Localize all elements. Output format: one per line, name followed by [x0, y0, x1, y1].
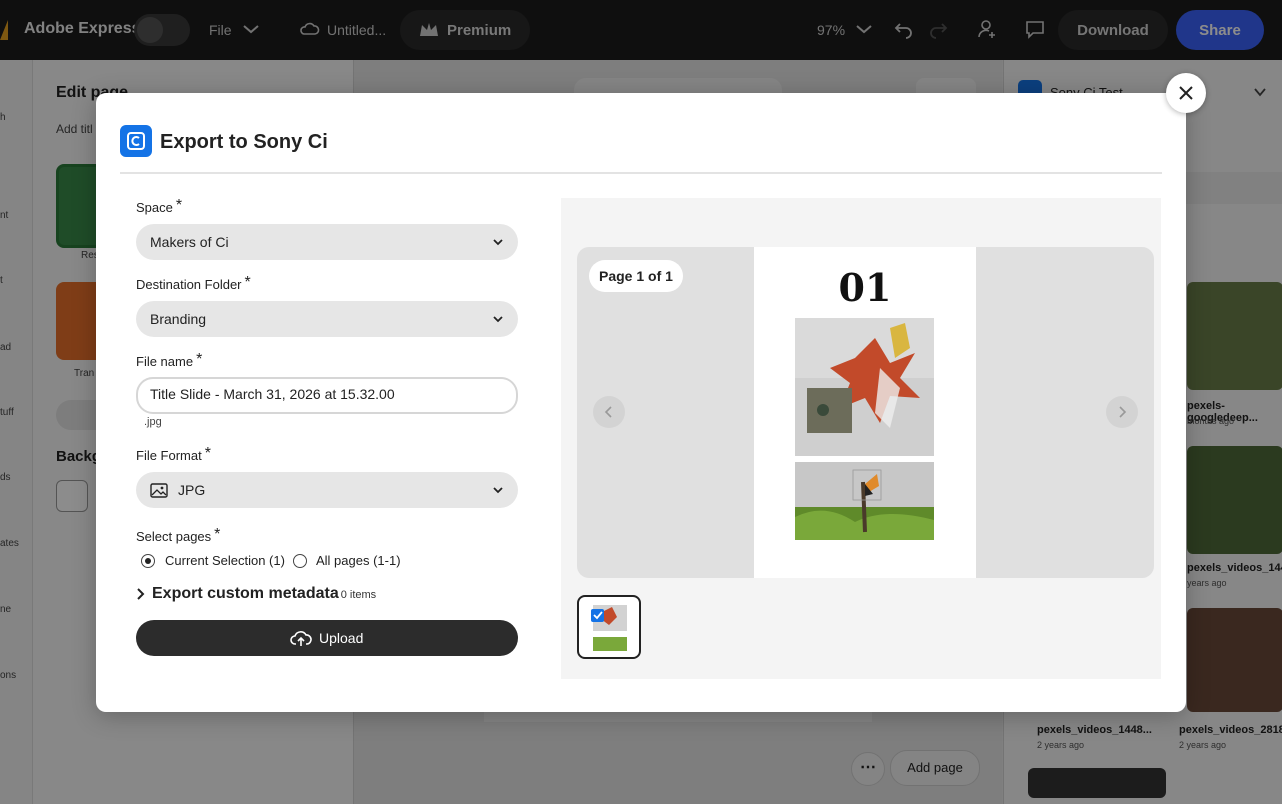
modal-title: Export to Sony Ci — [160, 131, 328, 153]
leaves-collage-image — [795, 318, 934, 456]
chevron-left-icon — [604, 406, 612, 418]
close-modal-button[interactable] — [1166, 73, 1206, 113]
file-name-field[interactable] — [136, 377, 518, 414]
upload-label: Upload — [319, 630, 364, 646]
all-pages-label[interactable]: All pages (1-1) — [316, 553, 401, 568]
prev-page-button[interactable] — [593, 396, 625, 428]
file-format-select[interactable]: JPG — [136, 472, 518, 508]
divider — [120, 172, 1162, 174]
preview-stage: Page 1 of 1 01 — [577, 247, 1154, 578]
preview-area: Page 1 of 1 01 — [561, 198, 1161, 679]
export-modal: Export to Sony Ci Space * Makers of Ci De… — [96, 93, 1186, 712]
space-label: Space * — [136, 197, 183, 215]
chevron-down-icon — [493, 239, 503, 246]
all-pages-radio[interactable] — [293, 554, 307, 568]
chevron-down-icon — [493, 316, 503, 323]
next-page-button[interactable] — [1106, 396, 1138, 428]
sony-ci-logo-icon — [120, 125, 152, 157]
current-selection-radio[interactable] — [141, 554, 155, 568]
butterfly-plant-image — [795, 462, 934, 540]
metadata-label: Export custom metadata — [152, 585, 339, 602]
destination-value: Branding — [150, 311, 207, 327]
file-name-input[interactable] — [150, 386, 500, 402]
page-indicator-badge: Page 1 of 1 — [589, 260, 683, 292]
page-thumbnail-image — [591, 601, 629, 653]
upload-button[interactable]: Upload — [136, 620, 518, 656]
cloud-upload-icon — [290, 631, 312, 646]
page-thumbnail[interactable] — [577, 595, 641, 659]
preview-page: 01 — [754, 247, 976, 578]
destination-folder-select[interactable]: Branding — [136, 301, 518, 337]
close-icon — [1179, 86, 1193, 100]
image-icon — [150, 483, 168, 498]
destination-label: Destination Folder * — [136, 274, 251, 292]
chevron-right-icon — [137, 588, 145, 600]
metadata-count: 0 items — [340, 589, 377, 601]
current-selection-label[interactable]: Current Selection (1) — [165, 553, 285, 568]
file-format-label: File Format * — [136, 445, 211, 463]
file-format-value: JPG — [178, 482, 206, 498]
select-pages-label: Select pages * — [136, 526, 221, 544]
page-number-heading: 01 — [838, 265, 892, 310]
chevron-right-icon — [1119, 406, 1127, 418]
export-metadata-toggle[interactable]: Export custom metadata 0 items — [136, 585, 376, 603]
space-value: Makers of Ci — [150, 234, 229, 250]
chevron-down-icon — [493, 487, 503, 494]
file-name-label: File name * — [136, 351, 203, 369]
space-select[interactable]: Makers of Ci — [136, 224, 518, 260]
file-extension: .jpg — [144, 416, 162, 428]
